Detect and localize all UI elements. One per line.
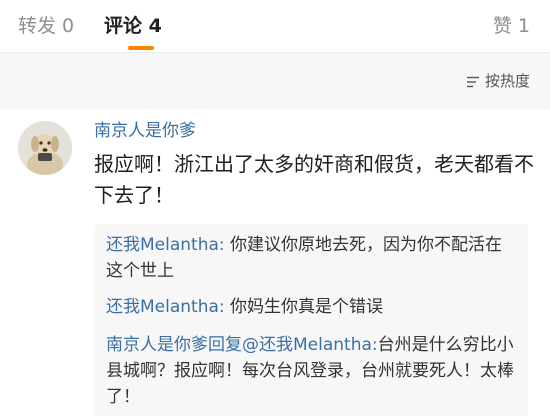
tab-bar: 转发 0 评论 4 赞 1 [0,0,550,53]
reply-author[interactable]: 还我Melantha: [106,297,225,317]
comment-username[interactable]: 南京人是你爹 [94,119,196,143]
active-tab-indicator [128,46,154,50]
sort-icon [466,76,479,87]
reply-thread[interactable]: 还我Melantha: 你建议你原地去死，因为你不配活在这个世上 还我Melan… [94,224,528,416]
comment-item: 南京人是你爹 报应啊！浙江出了太多的奸商和假货，老天都看不下去了！ 还我Mela… [0,109,550,416]
tab-like[interactable]: 赞 1 [493,13,530,39]
sort-bar: 按热度 [0,53,550,109]
reply-item: 南京人是你爹回复@还我Melantha:台州是什么穷比小县城啊？报应啊！每次台风… [106,332,516,410]
avatar[interactable] [18,121,72,175]
reply-text: 你妈生你真是个错误 [224,297,384,317]
reply-author[interactable]: 还我Melantha: [106,235,225,255]
sort-by-hot-button[interactable]: 按热度 [466,70,530,92]
reply-item: 还我Melantha: 你妈生你真是个错误 [106,294,516,320]
tab-repost[interactable]: 转发 0 [18,13,74,39]
reply-author[interactable]: 南京人是你爹回复@还我Melantha: [106,335,378,355]
dog-avatar-image [18,121,72,175]
tab-comment[interactable]: 评论 4 [104,13,162,39]
sort-label: 按热度 [484,72,530,90]
comment-text: 报应啊！浙江出了太多的奸商和假货，老天都看不下去了！ [94,152,534,207]
reply-item: 还我Melantha: 你建议你原地去死，因为你不配活在这个世上 [106,232,516,284]
comment-page: 转发 0 评论 4 赞 1 按热度 南京人是你爹 报应啊！浙江出了太多的奸商和假… [0,0,550,416]
